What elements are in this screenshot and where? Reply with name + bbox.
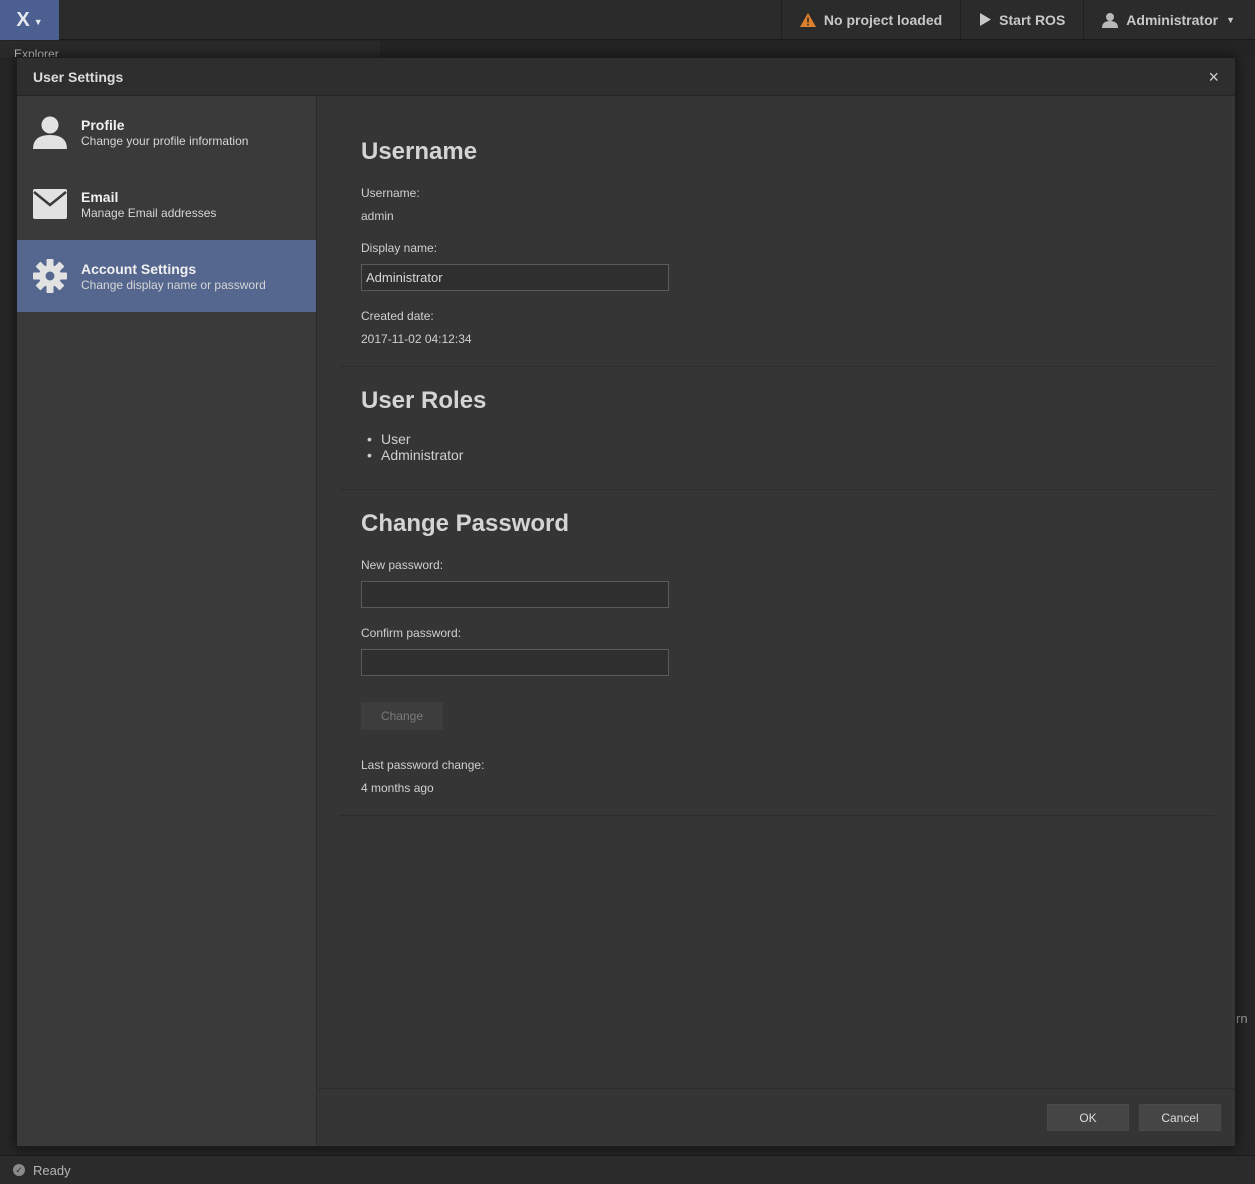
sidebar-item-profile[interactable]: Profile Change your profile information xyxy=(17,96,316,168)
display-name-label: Display name: xyxy=(361,241,438,255)
close-icon[interactable]: × xyxy=(1208,68,1219,86)
sidebar-item-subtitle: Change your profile information xyxy=(81,133,249,148)
sidebar-item-subtitle: Change display name or password xyxy=(81,277,266,292)
last-password-change-value: 4 months ago xyxy=(361,781,434,795)
user-menu-button[interactable]: Administrator ▼ xyxy=(1083,0,1255,39)
confirm-password-label: Confirm password: xyxy=(361,626,462,640)
user-icon xyxy=(33,115,67,149)
project-status-label: No project loaded xyxy=(823,11,943,28)
username-label: Username: xyxy=(361,186,420,200)
user-roles-section: User Roles User Administrator xyxy=(340,367,1215,490)
user-settings-dialog: User Settings × Profile Change your prof… xyxy=(16,57,1236,1147)
start-ros-label: Start ROS xyxy=(999,11,1066,28)
sidebar-item-text: Email Manage Email addresses xyxy=(81,189,216,220)
sidebar-item-subtitle: Manage Email addresses xyxy=(81,205,217,220)
ok-button[interactable]: OK xyxy=(1047,1104,1129,1131)
settings-sidebar: Profile Change your profile information … xyxy=(17,96,317,1146)
check-circle-icon: ✓ xyxy=(13,1164,25,1176)
background-left-panel xyxy=(0,57,16,1157)
last-password-change-label: Last password change: xyxy=(361,758,485,772)
user-icon xyxy=(1102,12,1119,28)
roles-list: User Administrator xyxy=(361,431,1194,463)
sidebar-item-title: Profile xyxy=(81,116,125,133)
display-name-input[interactable] xyxy=(361,264,669,291)
chevron-down-icon: ▼ xyxy=(33,16,43,27)
project-status[interactable]: No project loaded xyxy=(780,0,960,39)
app-window: X ▼ No project loaded Start ROS Administ… xyxy=(0,0,1255,1184)
dialog-footer: OK Cancel xyxy=(318,1088,1235,1146)
username-section: Username Username: admin Display name: C… xyxy=(340,96,1215,367)
sidebar-item-title: Email xyxy=(81,188,119,205)
created-date-value: 2017-11-02 04:12:34 xyxy=(361,332,472,346)
dialog-titlebar: User Settings × xyxy=(17,58,1235,96)
list-item: Administrator xyxy=(361,447,1194,463)
confirm-password-input[interactable] xyxy=(361,649,669,676)
username-value: admin xyxy=(361,209,394,223)
sidebar-item-text: Account Settings Change display name or … xyxy=(81,261,266,292)
dialog-title: User Settings xyxy=(33,68,124,85)
warning-icon xyxy=(799,12,816,27)
gear-icon xyxy=(33,259,67,293)
sidebar-item-account-settings[interactable]: Account Settings Change display name or … xyxy=(17,240,316,312)
section-heading-roles: User Roles xyxy=(361,387,487,414)
list-item: User xyxy=(361,431,1194,447)
change-password-button[interactable]: Change xyxy=(361,702,443,730)
section-heading-password: Change Password xyxy=(361,510,570,537)
play-icon xyxy=(980,13,992,26)
background-partial-text: rn xyxy=(1236,1011,1248,1026)
sidebar-item-title: Account Settings xyxy=(81,260,197,277)
new-password-label: New password: xyxy=(361,558,444,572)
top-bar: X ▼ No project loaded Start ROS Administ… xyxy=(0,0,1255,40)
top-bar-spacer xyxy=(59,0,781,39)
chevron-down-icon: ▼ xyxy=(1226,14,1235,25)
sidebar-item-text: Profile Change your profile information xyxy=(81,117,248,148)
settings-content: Username Username: admin Display name: C… xyxy=(318,96,1235,1088)
start-ros-button[interactable]: Start ROS xyxy=(960,0,1083,39)
logo-icon: X xyxy=(16,8,30,31)
created-date-label: Created date: xyxy=(361,309,434,323)
status-bar: ✓ Ready xyxy=(0,1155,1255,1184)
status-text: Ready xyxy=(33,1162,71,1178)
change-password-section: Change Password New password: Confirm pa… xyxy=(340,490,1215,816)
envelope-icon xyxy=(33,187,67,221)
sidebar-item-email[interactable]: Email Manage Email addresses xyxy=(17,168,316,240)
section-heading-username: Username xyxy=(361,138,478,165)
cancel-button[interactable]: Cancel xyxy=(1139,1104,1221,1131)
app-menu-button[interactable]: X ▼ xyxy=(0,0,59,40)
background-right-panel xyxy=(1236,57,1255,1157)
new-password-input[interactable] xyxy=(361,581,669,608)
user-menu-label: Administrator xyxy=(1126,11,1219,28)
explorer-panel-header: Explorer xyxy=(0,41,380,61)
